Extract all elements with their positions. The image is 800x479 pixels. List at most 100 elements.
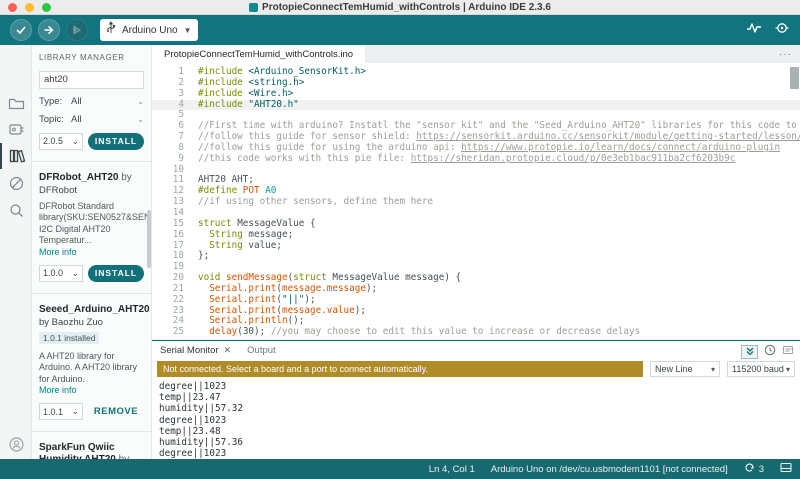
more-info-link[interactable]: More info	[39, 247, 144, 257]
search-icon[interactable]	[8, 202, 25, 219]
serial-output-line: degree||1023	[159, 381, 227, 392]
panel-header: LIBRARY MANAGER	[39, 53, 125, 62]
autoscroll-toggle[interactable]	[741, 345, 758, 359]
library-card-dfrobot: DFRobot_AHT20 by DFRobot DFRobot Standar…	[39, 171, 151, 282]
chevron-down-icon: ▼	[183, 25, 192, 35]
remove-button[interactable]: REMOVE	[88, 406, 144, 417]
debug-button	[66, 19, 88, 41]
minimize-window-button[interactable]	[25, 3, 34, 12]
toolbar: Arduino Uno ▼	[0, 15, 800, 45]
board-selector[interactable]: Arduino Uno ▼	[100, 19, 198, 41]
library-name: SparkFun Qwiic Humidity AHT20 by...	[39, 442, 137, 459]
titlebar: ProtopieConnectTemHumid_withControls | A…	[0, 0, 800, 15]
close-icon[interactable]: ✕	[224, 345, 232, 356]
activity-bar	[0, 45, 32, 459]
type-filter-label: Type:	[39, 95, 63, 107]
arduino-ide-window: ProtopieConnectTemHumid_withControls | A…	[0, 0, 800, 479]
more-info-link[interactable]: More info	[39, 385, 144, 395]
sync-icon	[744, 462, 755, 476]
close-window-button[interactable]	[8, 3, 17, 12]
version-select[interactable]: 2.0.5 ⌄	[39, 132, 83, 150]
version-select[interactable]: 1.0.1 ⌄	[39, 403, 83, 420]
line-number: 4	[178, 98, 184, 110]
library-card-seeed: Seeed_Arduino_AHT20 by Baozhu Zuo 1.0.1 …	[39, 303, 150, 420]
code-line: 3 #include <Wire.h>	[152, 88, 800, 100]
serial-output-line: degree||1023	[159, 448, 227, 460]
install-button[interactable]: INSTALL	[88, 132, 144, 150]
more-actions-button[interactable]: ···	[779, 45, 792, 63]
sidebar-scrollbar[interactable]	[147, 210, 151, 268]
topic-filter-value: All	[71, 113, 82, 125]
account-icon[interactable]	[8, 436, 25, 453]
code-line: 25 delay(30); //you may choose to edit t…	[152, 326, 800, 338]
verify-button[interactable]	[10, 19, 32, 41]
library-author: by Baozhu Zuo	[39, 316, 103, 328]
serial-monitor-icon[interactable]	[774, 21, 790, 40]
divider	[32, 292, 151, 294]
library-manager-icon[interactable]	[8, 147, 26, 164]
type-filter[interactable]: Type: All ⌄	[39, 96, 144, 107]
traffic-lights	[8, 3, 51, 12]
panel-toggle-icon[interactable]	[780, 462, 792, 476]
line-number: 7	[178, 131, 184, 143]
debug-panel-icon[interactable]	[8, 175, 25, 192]
serial-output-line: degree||1023	[159, 414, 227, 426]
library-manager-panel: LIBRARY MANAGER Type: All ⌄ Topic: All ⌄…	[32, 45, 152, 459]
version-select[interactable]: 1.0.0 ⌄	[39, 264, 83, 282]
cursor-position[interactable]: Ln 4, Col 1	[429, 464, 475, 475]
serial-monitor-tab[interactable]: Serial Monitor ✕	[160, 345, 231, 356]
library-author: DFRobot	[39, 184, 78, 196]
code-line: 17 String value;	[152, 240, 800, 252]
serial-output-line: temp||23.47	[159, 392, 221, 404]
library-card-sparkfun: SparkFun Qwiic Humidity AHT20 by... A li…	[39, 442, 144, 459]
serial-monitor-panel: Serial Monitor ✕ Output Not connected. S…	[152, 340, 800, 459]
sketch-doc-icon	[249, 2, 259, 12]
editor-tab-bar: ProtopieConnectTemHumid_withControls.ino…	[152, 45, 800, 63]
line-ending-select[interactable]: New Line ▾	[650, 361, 720, 377]
divider	[32, 431, 151, 432]
baud-rate-select[interactable]: 115200 baud ▾	[727, 361, 795, 377]
line-number: 25	[172, 326, 184, 338]
serial-output-line: humidity||57.36	[159, 437, 243, 449]
clear-output-icon[interactable]	[782, 343, 794, 361]
chevron-down-icon: ⌄	[71, 135, 79, 146]
line-number: 1	[178, 66, 184, 77]
arrow-right-icon	[43, 24, 55, 36]
chevron-down-icon: ⌄	[71, 406, 79, 416]
line-number: 2	[178, 76, 184, 88]
line-number: 8	[178, 141, 184, 153]
zoom-window-button[interactable]	[42, 3, 51, 12]
library-search-input[interactable]	[39, 70, 144, 89]
serial-output[interactable]: degree||1023 temp||23.47 humidity||57.32 de…	[152, 378, 800, 459]
line-number: 22	[172, 293, 184, 305]
sketch-tab[interactable]: ProtopieConnectTemHumid_withControls.ino	[152, 45, 366, 63]
chevron-double-down-icon	[745, 343, 755, 361]
type-filter-value: All	[71, 95, 82, 107]
code-line: 13//if using other sensors, define them …	[152, 196, 800, 208]
sketchbook-folder-icon[interactable]	[8, 95, 25, 112]
serial-plotter-icon[interactable]	[746, 21, 762, 40]
chevron-down-icon: ⌄	[137, 114, 144, 124]
upload-button[interactable]	[38, 19, 60, 41]
board-port-status[interactable]: Arduino Uno on /dev/cu.usbmodem1101 [not…	[491, 464, 728, 475]
usb-icon	[106, 20, 116, 40]
code-editor[interactable]: 1 #include <Arduino_SensorKit.h> 2 #include…	[152, 63, 800, 340]
code-line: 22 Serial.print("||");	[152, 293, 800, 306]
active-tab-indicator	[0, 143, 2, 169]
serial-output-line: temp||23.48	[159, 425, 221, 437]
timestamp-toggle-icon[interactable]	[764, 343, 776, 361]
topic-filter-label: Topic:	[39, 113, 64, 125]
output-tab[interactable]: Output	[247, 345, 276, 356]
sync-indicator[interactable]: 3	[744, 462, 764, 476]
editor-scrollbar[interactable]	[790, 67, 799, 89]
install-button[interactable]: INSTALL	[88, 264, 144, 282]
library-name: Seeed_Arduino_AHT20	[39, 303, 150, 315]
code-line: 16 String message;	[152, 228, 800, 241]
boards-manager-icon[interactable]	[8, 121, 25, 138]
topic-filter[interactable]: Topic: All ⌄	[39, 114, 144, 125]
debug-icon	[71, 24, 83, 36]
line-number: 16	[172, 228, 184, 240]
chevron-down-icon: ▾	[785, 364, 790, 374]
library-name: DFRobot_AHT20 by	[39, 171, 132, 183]
chevron-down-icon: ▾	[710, 364, 715, 374]
